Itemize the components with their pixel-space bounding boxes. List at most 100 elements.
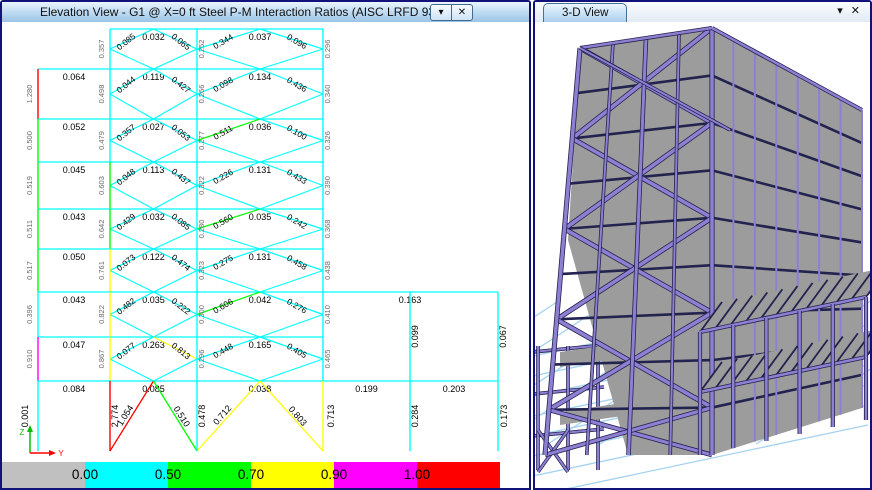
column-ratio-label: 0.713 — [326, 405, 336, 428]
beam-ratio-label: 0.134 — [249, 72, 272, 82]
column-ratio-label: 0.761 — [97, 261, 106, 280]
brace-ratio-label: 0.448 — [211, 341, 235, 360]
brace-member — [197, 94, 260, 119]
brace-ratio-label: 0.100 — [285, 123, 309, 142]
brace-ratio-label: 0.065 — [170, 31, 193, 52]
brace-ratio-label: 0.803 — [287, 404, 309, 428]
legend-value-label: 0.70 — [238, 462, 264, 488]
brace-ratio-label: 0.433 — [285, 167, 309, 186]
elevation-content: 0.0320.0370.0850.0650.3440.0960.3570.252… — [2, 22, 529, 488]
brace-member — [197, 141, 260, 163]
brace-ratio-label: 0.275 — [211, 253, 235, 272]
elevation-window: Elevation View - G1 @ X=0 ft Steel P-M I… — [0, 0, 531, 490]
brace-ratio-label: 0.344 — [211, 32, 235, 51]
brace-member — [197, 229, 260, 249]
beam-ratio-label: 0.047 — [63, 340, 86, 350]
brace-member — [260, 271, 323, 293]
brace-ratio-label: 0.276 — [285, 296, 309, 315]
column-ratio-label: 0.479 — [97, 131, 106, 150]
column-ratio-label: 0.277 — [197, 131, 206, 150]
brace-member — [260, 141, 323, 163]
brace-ratio-label: 0.436 — [285, 75, 309, 94]
legend-value-label: 0.90 — [321, 462, 347, 488]
beam-ratio-label: 0.032 — [142, 212, 165, 222]
y-axis-arrowhead — [49, 450, 56, 456]
column-ratio-label: 0.438 — [323, 261, 332, 280]
brace-ratio-label: 0.085 — [114, 31, 137, 52]
brace-member — [154, 229, 198, 249]
window-close-button[interactable]: ✕ — [452, 5, 472, 20]
column-ratio-label: 0.368 — [323, 220, 332, 239]
window-close-button[interactable]: ✕ — [851, 4, 860, 17]
brace-ratio-label: 0.357 — [114, 122, 137, 143]
column-ratio-label: 0.280 — [197, 220, 206, 239]
beam-ratio-label: 0.131 — [249, 252, 272, 262]
beam-ratio-label: 0.084 — [63, 384, 86, 394]
brace-ratio-label: 0.085 — [170, 211, 193, 232]
legend-value-label: 0.50 — [155, 462, 181, 488]
view3d-window-controls: ▾ ✕ — [837, 4, 860, 17]
brace-member — [154, 186, 198, 210]
brace-member — [154, 315, 198, 338]
column-ratio-label: 0.500 — [25, 131, 34, 150]
beam-ratio-label: 0.050 — [63, 252, 86, 262]
brace-ratio-label: 0.429 — [114, 211, 137, 232]
view3d-canvas[interactable] — [535, 22, 870, 488]
brace-ratio-label: 0.458 — [285, 253, 309, 272]
elevation-titlebar[interactable]: Elevation View - G1 @ X=0 ft Steel P-M I… — [2, 2, 529, 23]
view3d-window: 3-D View ▾ ✕ — [533, 0, 872, 490]
brace-ratio-label: 0.073 — [114, 252, 137, 273]
brace-ratio-label: 0.242 — [285, 212, 309, 231]
brace-member — [154, 49, 198, 69]
beam-ratio-label: 0.037 — [249, 32, 272, 42]
brace-ratio-label: 0.510 — [172, 404, 192, 428]
brace-member — [110, 49, 154, 69]
column-ratio-label: 0.867 — [97, 350, 106, 369]
brace-member — [110, 94, 154, 119]
brace-ratio-label: 0.222 — [170, 296, 193, 317]
brace-member — [110, 141, 154, 163]
column-ratio-label: 0.284 — [410, 405, 420, 428]
window-dropdown-button[interactable]: ▾ — [837, 4, 843, 17]
column-ratio-label: 0.300 — [197, 305, 206, 324]
brace-ratio-label: 0.474 — [170, 252, 193, 273]
brace-ratio-label: 0.437 — [170, 166, 193, 187]
beam-ratio-label: 0.199 — [355, 384, 378, 394]
brace-ratio-label: 0.044 — [114, 74, 137, 95]
brace-member — [110, 315, 154, 338]
column-ratio-label: 0.517 — [25, 261, 34, 280]
brace-ratio-label: 0.048 — [114, 166, 137, 187]
brace-ratio-label: 0.405 — [285, 341, 309, 360]
brace-member — [154, 381, 198, 451]
column-ratio-label: 0.357 — [97, 40, 106, 59]
column-ratio-label: 0.410 — [323, 305, 332, 324]
y-axis-label: Y — [58, 449, 64, 458]
column-ratio-label: 0.323 — [197, 261, 206, 280]
brace-ratio-label: 0.096 — [285, 32, 309, 51]
brace-member — [197, 359, 260, 381]
legend-value-label: 1.00 — [404, 462, 430, 488]
elevation-canvas[interactable]: 0.0320.0370.0850.0650.3440.0960.3570.252… — [2, 22, 529, 462]
brace-ratio-label: 0.560 — [211, 212, 235, 231]
beam-ratio-label: 0.064 — [63, 72, 86, 82]
beam-ratio-label: 0.045 — [63, 165, 86, 175]
column-ratio-label: 0.519 — [25, 176, 34, 195]
beam-ratio-label: 0.203 — [443, 384, 466, 394]
brace-member — [197, 49, 260, 69]
view3d-tab[interactable]: 3-D View — [543, 3, 627, 23]
beam-ratio-label: 0.042 — [249, 295, 272, 305]
window-dropdown-button[interactable]: ▾ — [431, 5, 452, 20]
beam-ratio-label: 0.043 — [63, 212, 86, 222]
column-ratio-label: 0.603 — [97, 176, 106, 195]
legend-value-label: 0.00 — [72, 462, 98, 488]
brace-member — [110, 359, 154, 381]
column-ratio-label: 0.296 — [197, 350, 206, 369]
column-ratio-label: 0.322 — [197, 176, 206, 195]
brace-member — [154, 94, 198, 119]
brace-member — [260, 49, 323, 69]
brace-member — [154, 359, 198, 381]
column-ratio-label: 0.465 — [323, 350, 332, 369]
brace-ratio-label: 0.813 — [170, 340, 193, 361]
view3d-content — [535, 22, 870, 488]
view3d-titlebar[interactable]: 3-D View ▾ ✕ — [535, 2, 870, 23]
